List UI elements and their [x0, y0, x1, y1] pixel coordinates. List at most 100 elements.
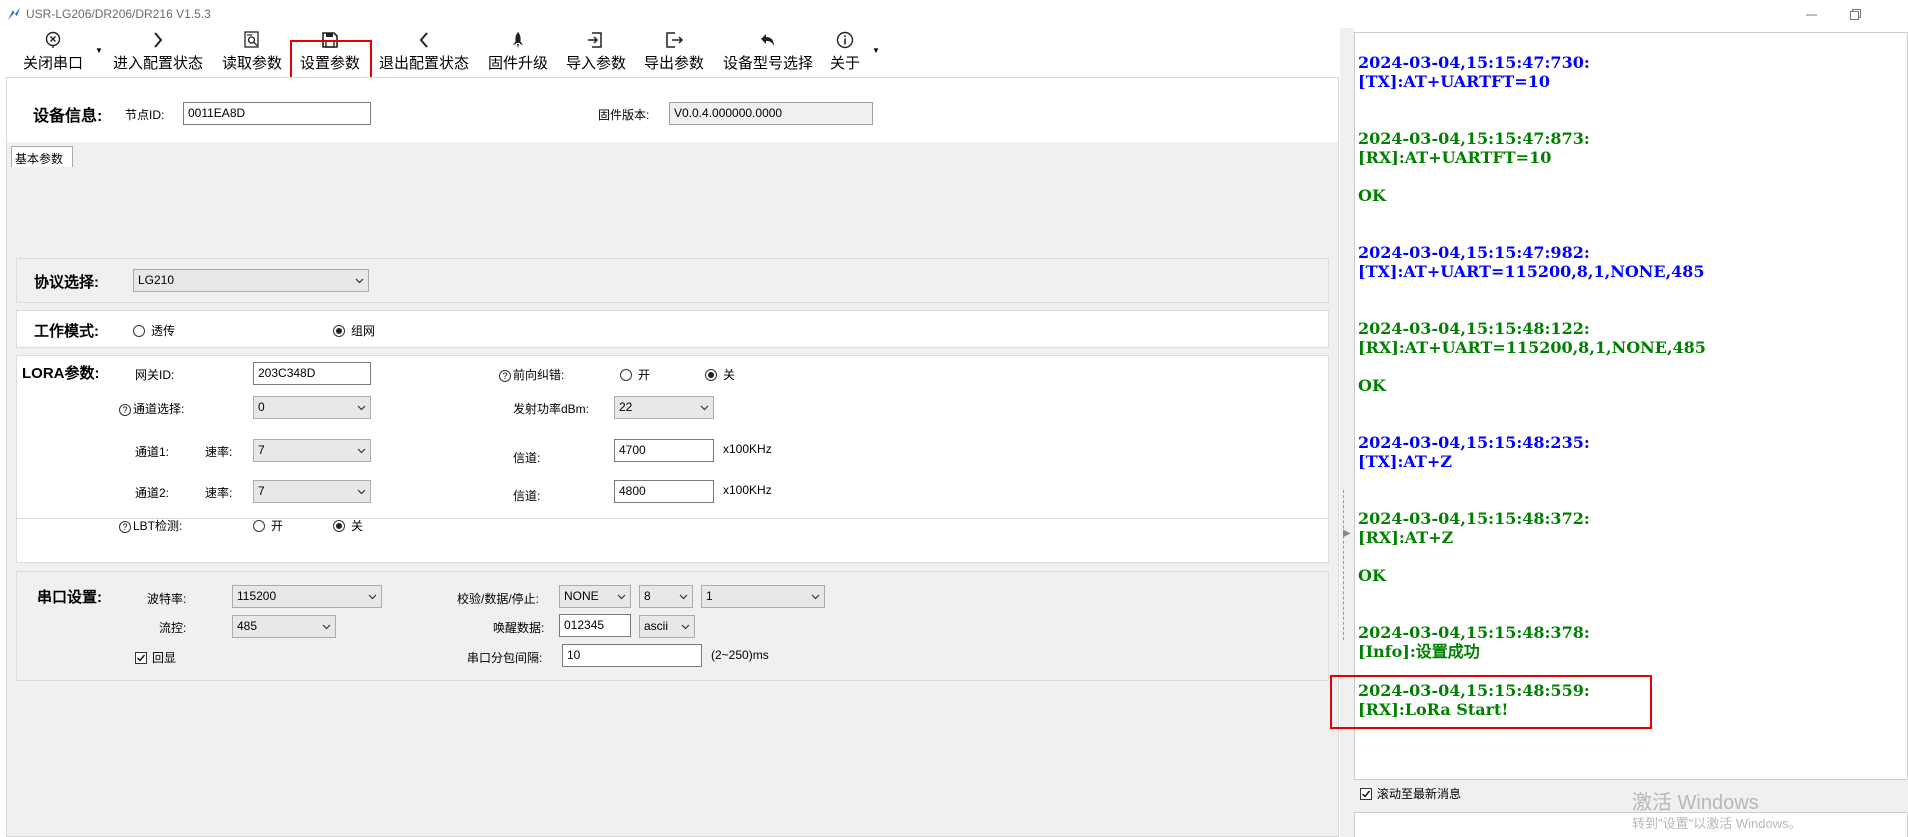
- app-logo-icon: [8, 8, 20, 20]
- export-params-button[interactable]: 导出参数: [640, 28, 708, 74]
- info-icon: [836, 31, 854, 49]
- restore-button[interactable]: [1832, 2, 1878, 26]
- radio-label: 透传: [151, 324, 176, 338]
- chevron-down-icon: [322, 624, 331, 630]
- log-output[interactable]: 2024-03-04,15:15:47:730: [TX]:AT+UARTFT=1…: [1354, 32, 1908, 780]
- log-message: [RX]:AT+Z: [1358, 528, 1454, 547]
- exit-config-button[interactable]: 退出配置状态: [374, 28, 474, 74]
- tx-power-label: 发射功率dBm:: [513, 402, 590, 416]
- lbt-off-radio[interactable]: 关: [333, 517, 363, 534]
- node-id-field[interactable]: 0011EA8D: [183, 102, 371, 125]
- splitter-grip[interactable]: [1343, 490, 1351, 640]
- ch2-label: 通道2:: [135, 486, 170, 500]
- minimize-button[interactable]: [1788, 2, 1834, 26]
- ch2-unit-label: x100KHz: [723, 483, 772, 497]
- lbt-on-radio[interactable]: 开: [253, 517, 283, 534]
- flow-select[interactable]: 485: [232, 615, 336, 638]
- chevron-down-icon: [357, 489, 366, 495]
- radio-label: 开: [271, 519, 284, 533]
- protocol-group: 协议选择: LG210: [16, 258, 1329, 303]
- interval-unit-label: (2~250)ms: [711, 648, 769, 662]
- chevron-left-icon: [419, 32, 428, 48]
- toolbar-label: 读取参数: [221, 55, 282, 72]
- firmware-field[interactable]: V0.0.4.000000.0000: [669, 102, 873, 125]
- toolbar: 关闭串口 ▼ 进入配置状态 读取参数 设置参数 退出配置状态 固件升级 导入参数…: [0, 28, 1350, 113]
- log-message: [Info]:设置成功: [1358, 642, 1480, 661]
- parity-value: NONE: [564, 589, 599, 603]
- ch2-rate-value: 7: [258, 484, 265, 498]
- dropdown-arrow-icon[interactable]: ▼: [872, 46, 880, 55]
- parity-select[interactable]: NONE: [559, 585, 631, 608]
- gateway-id-field[interactable]: 203C348D: [253, 362, 371, 385]
- ch1-rate-select[interactable]: 7: [253, 439, 371, 462]
- radio-icon: [620, 368, 632, 381]
- autoscroll-checkbox[interactable]: 滚动至最新消息: [1360, 785, 1461, 802]
- log-spacer: [1358, 167, 1590, 186]
- chevron-down-icon: [681, 624, 690, 630]
- toolbar-label: 关闭串口: [22, 55, 83, 72]
- interval-field[interactable]: 10: [562, 644, 702, 667]
- radio-label: 组网: [351, 324, 376, 338]
- device-model-button[interactable]: 设备型号选择: [718, 28, 818, 74]
- stop-bits-select[interactable]: 1: [701, 585, 825, 608]
- log-message: [RX]:AT+UART=115200,8,1,NONE,485: [1358, 338, 1706, 357]
- lbt-label: ? LBT检测:: [119, 517, 182, 534]
- toolbar-label: 导入参数: [565, 55, 626, 72]
- wake-field[interactable]: 012345: [559, 614, 631, 637]
- log-timestamp: 2024-03-04,15:15:47:730:: [1358, 53, 1590, 72]
- tab-basic-params[interactable]: 基本参数: [11, 146, 73, 167]
- send-input[interactable]: [1354, 812, 1908, 837]
- channel-select[interactable]: 0: [253, 396, 371, 419]
- channel-select-value: 0: [258, 400, 265, 414]
- log-entry: 2024-03-04,15:15:48:372: [RX]:AT+Z OK: [1358, 509, 1590, 585]
- work-mode-label: 工作模式:: [34, 323, 99, 340]
- fec-on-radio[interactable]: 开: [620, 366, 650, 383]
- minimize-icon: [1805, 14, 1817, 15]
- enter-config-button[interactable]: 进入配置状态: [108, 28, 208, 74]
- work-mode-group: 工作模式: 透传 组网: [16, 310, 1329, 348]
- interval-label: 串口分包间隔:: [467, 651, 543, 665]
- tx-power-select[interactable]: 22: [614, 396, 714, 419]
- log-message: [TX]:AT+UARTFT=10: [1358, 72, 1550, 91]
- node-id-label: 节点ID:: [125, 108, 165, 122]
- ch2-freq-field[interactable]: 4800: [614, 480, 714, 503]
- about-button[interactable]: 关于: [828, 28, 862, 74]
- log-timestamp: 2024-03-04,15:15:48:372:: [1358, 509, 1590, 528]
- protocol-select[interactable]: LG210: [133, 269, 369, 292]
- echo-checkbox[interactable]: 回显: [135, 649, 176, 666]
- fec-off-radio[interactable]: 关: [705, 366, 735, 383]
- data-bits-select[interactable]: 8: [639, 585, 693, 608]
- log-entry: 2024-03-04,15:15:47:730: [TX]:AT+UARTFT=1…: [1358, 53, 1590, 91]
- chevron-down-icon: [700, 405, 709, 411]
- fec-label: ? 前向纠错:: [499, 366, 564, 383]
- log-entry: 2024-03-04,15:15:48:122: [RX]:AT+UART=115…: [1358, 319, 1706, 395]
- window-title: USR-LG206/DR206/DR216 V1.5.3: [26, 7, 211, 21]
- log-status: OK: [1358, 186, 1386, 205]
- work-mode-transparent-radio[interactable]: 透传: [133, 322, 175, 339]
- import-params-button[interactable]: 导入参数: [562, 28, 630, 74]
- gateway-id-label: 网关ID:: [135, 368, 175, 382]
- log-entry: 2024-03-04,15:15:47:873: [RX]:AT+UARTFT=1…: [1358, 129, 1590, 205]
- chevron-down-icon: [679, 594, 688, 600]
- tab-strip: [7, 142, 1338, 167]
- config-panel: 设备信息: 节点ID: 0011EA8D 固件版本: V0.0.4.000000…: [6, 77, 1339, 837]
- read-params-button[interactable]: 读取参数: [218, 28, 286, 74]
- log-message: [TX]:AT+Z: [1358, 452, 1452, 471]
- log-entry: 2024-03-04,15:15:47:982: [TX]:AT+UART=115…: [1358, 243, 1705, 281]
- firmware-label: 固件版本:: [598, 108, 650, 122]
- baud-select[interactable]: 115200: [232, 585, 382, 608]
- work-mode-network-radio[interactable]: 组网: [333, 322, 375, 339]
- ch1-freq-label: 信道:: [513, 451, 541, 465]
- ch2-rate-select[interactable]: 7: [253, 480, 371, 503]
- wake-format-select[interactable]: ascii: [639, 615, 695, 638]
- log-message: [TX]:AT+UART=115200,8,1,NONE,485: [1358, 262, 1705, 281]
- radio-label: 开: [638, 368, 651, 382]
- splitter-arrow-icon[interactable]: ▶: [1343, 528, 1351, 539]
- lora-heading: LORA参数:: [22, 365, 100, 382]
- ch1-freq-field[interactable]: 4700: [614, 439, 714, 462]
- dropdown-arrow-icon[interactable]: ▼: [95, 46, 103, 55]
- help-icon: ?: [119, 521, 131, 533]
- stop-bits-value: 1: [706, 589, 713, 603]
- firmware-upgrade-button[interactable]: 固件升级: [484, 28, 552, 74]
- close-port-button[interactable]: 关闭串口: [18, 28, 88, 74]
